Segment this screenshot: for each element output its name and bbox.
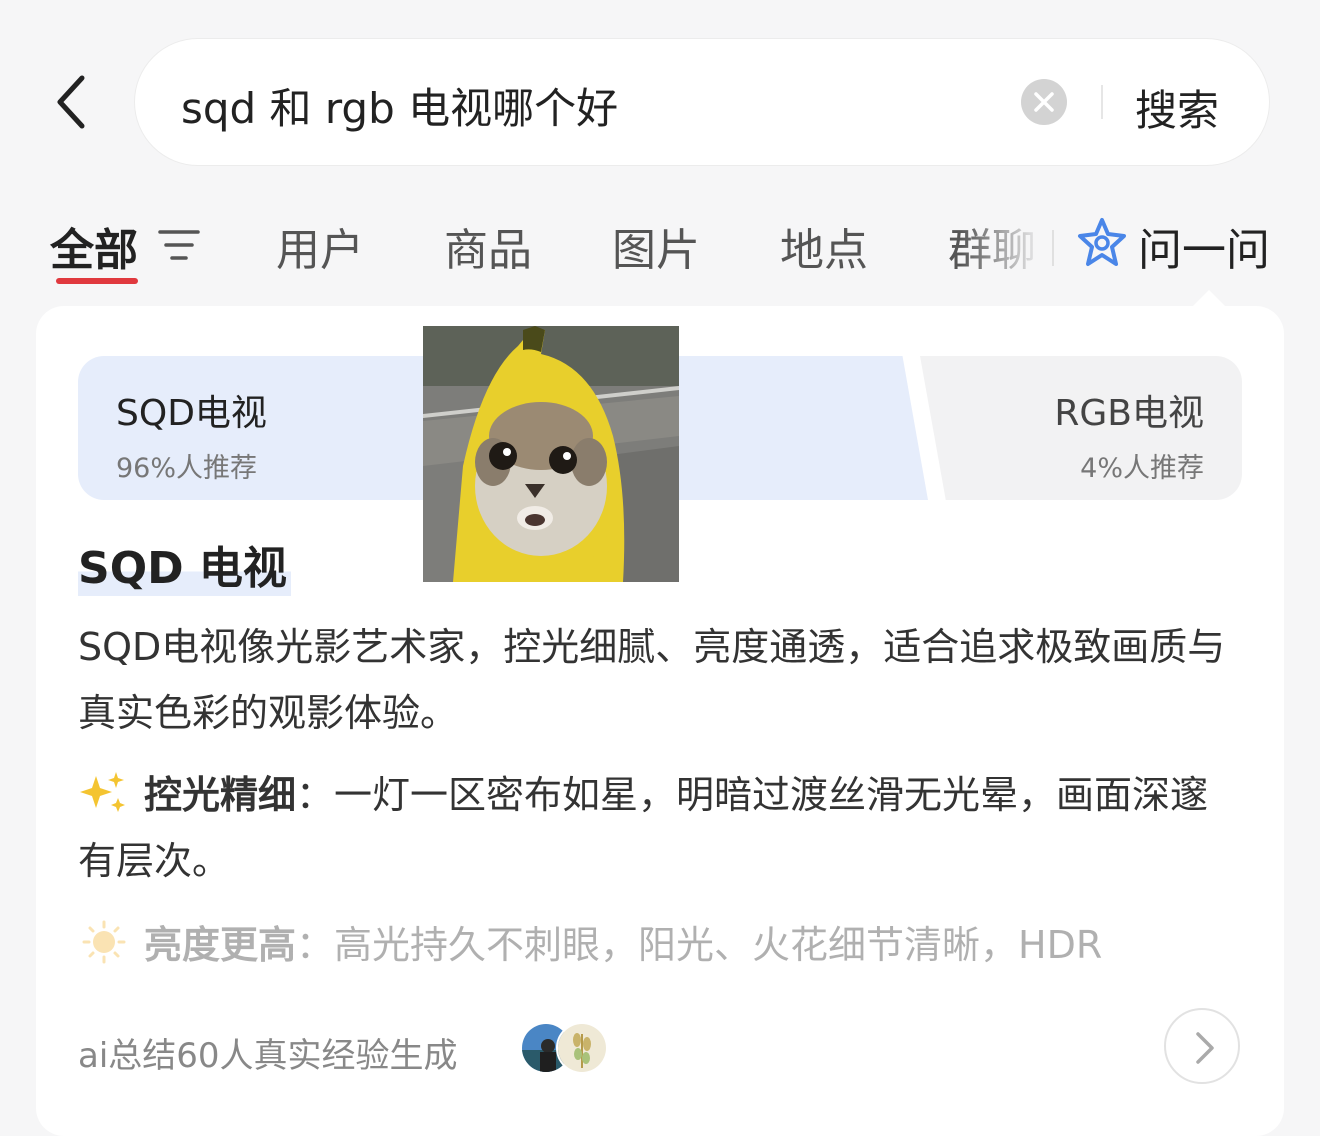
point-light-control: 控光精细：一灯一区密布如星，明暗过渡丝滑无光晕，画面深邃有层次。 [78, 762, 1238, 894]
point-brightness-text: ：高光持久不刺眼，阳光、火花细节清晰，HDR [296, 923, 1103, 967]
point-brightness: 亮度更高：高光持久不刺眼，阳光、火花细节清晰，HDR [78, 912, 1238, 978]
tab-users[interactable]: 用户 [276, 214, 364, 278]
banana-cat-sticker [423, 326, 679, 582]
summary-paragraph: SQD电视像光影艺术家，控光细腻、亮度通透，适合追求极致画质与真实色彩的观影体验… [78, 625, 1226, 735]
option-sqd-percent: 96%人推荐 [116, 453, 258, 484]
option-rgb-name: RGB电视 [1054, 393, 1204, 434]
expand-button[interactable] [1164, 1008, 1240, 1084]
chevron-right-icon [1196, 1032, 1214, 1064]
tab-fade [960, 204, 1060, 294]
ask-tab[interactable]: 问一问 [1138, 214, 1270, 278]
ai-summary-card: SQD电视 96%人推荐 RGB电视 4%人推荐 SQD 电视 SQD电视像光影… [36, 306, 1284, 1136]
sun-icon [82, 920, 126, 964]
close-icon [1034, 92, 1054, 112]
search-bar[interactable]: sqd 和 rgb 电视哪个好 搜索 [134, 38, 1270, 166]
tab-images[interactable]: 图片 [612, 214, 700, 278]
active-tab-indicator [56, 278, 138, 284]
ai-source-note: ai总结60人真实经验生成 [78, 1036, 458, 1076]
avatar [556, 1022, 608, 1074]
contributor-avatars [520, 1022, 610, 1074]
option-rgb-percent: 4%人推荐 [1080, 453, 1204, 484]
card-pointer [1192, 290, 1226, 307]
tab-products[interactable]: 商品 [444, 214, 532, 278]
tab-places[interactable]: 地点 [780, 214, 868, 278]
point-brightness-title: 亮度更高 [144, 923, 297, 967]
summary-heading: SQD 电视 [78, 532, 291, 596]
chevron-left-icon [57, 75, 85, 129]
point-light-control-title: 控光精细 [144, 773, 297, 817]
search-button[interactable]: 搜索 [1135, 77, 1219, 138]
search-input[interactable]: sqd 和 rgb 电视哪个好 [181, 75, 618, 136]
search-divider [1101, 85, 1103, 119]
sparkles-icon [80, 772, 125, 812]
clear-button[interactable] [1021, 79, 1067, 125]
tab-all[interactable]: 全部 [50, 214, 138, 278]
back-button[interactable] [48, 70, 96, 134]
filter-icon[interactable] [158, 226, 200, 266]
tab-divider [1052, 230, 1054, 266]
tab-bar: 全部 用户 商品 图片 地点 群聊 问一问 [0, 204, 1320, 294]
option-sqd-name: SQD电视 [116, 393, 267, 434]
sparkle-star-icon[interactable] [1076, 216, 1128, 272]
